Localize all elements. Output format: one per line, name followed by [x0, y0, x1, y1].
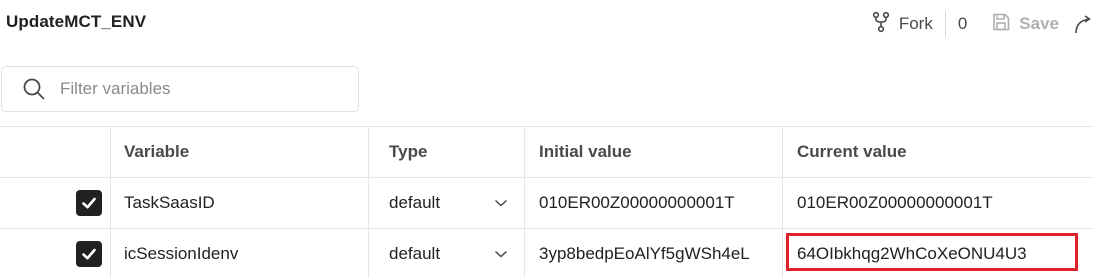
environment-title: UpdateMCT_ENV: [6, 12, 147, 31]
fork-count[interactable]: 0: [946, 14, 981, 34]
type-select[interactable]: default: [368, 229, 524, 278]
chevron-down-icon: [494, 193, 508, 213]
filter-variables-input[interactable]: [58, 78, 342, 100]
type-value: default: [389, 193, 441, 212]
variable-name: icSessionIdenv: [124, 244, 239, 263]
save-button[interactable]: Save: [981, 9, 1073, 39]
save-label: Save: [1019, 14, 1059, 33]
variable-enabled-checkbox[interactable]: [76, 241, 102, 267]
type-select[interactable]: default: [368, 178, 524, 228]
fork-icon: [871, 11, 891, 38]
table-row: TaskSaasID default 010ER00Z00000000001T …: [0, 178, 1093, 229]
initial-value: 010ER00Z00000000001T: [539, 193, 735, 212]
fork-button[interactable]: Fork: [863, 9, 945, 39]
initial-value-cell[interactable]: 3yp8bedpEoAlYf5gWSh4eL: [524, 229, 782, 278]
column-header-initial-value: Initial value: [524, 127, 782, 177]
initial-value: 3yp8bedpEoAlYf5gWSh4eL: [539, 244, 750, 263]
current-value: 64OIbkhqg2WhCoXeONU4U3: [797, 244, 1027, 263]
variable-enabled-checkbox[interactable]: [76, 190, 102, 216]
table-header-row: Variable Type Initial value Current valu…: [0, 127, 1093, 178]
column-header-current-value: Current value: [782, 127, 1093, 177]
column-header-type: Type: [368, 127, 524, 177]
filter-variables-field[interactable]: [1, 66, 359, 112]
variable-name-cell[interactable]: icSessionIdenv: [110, 229, 368, 278]
environment-editor: UpdateMCT_ENV Fork 0 Save Filter variabl…: [0, 0, 1093, 278]
variable-name-cell[interactable]: TaskSaasID: [110, 178, 368, 228]
variables-table: Variable Type Initial value Current valu…: [0, 126, 1093, 278]
check-icon: [82, 248, 96, 260]
chevron-down-icon: [494, 244, 508, 264]
check-icon: [82, 197, 96, 209]
header-actions: Fork 0 Save: [863, 8, 1093, 40]
table-row: icSessionIdenv default 3yp8bedpEoAlYf5gW…: [0, 229, 1093, 278]
type-value: default: [389, 244, 441, 263]
current-value-cell[interactable]: 010ER00Z00000000001T: [782, 178, 1093, 228]
row-checkbox-cell: [0, 229, 110, 278]
header-checkbox-cell: [0, 127, 110, 177]
row-checkbox-cell: [0, 178, 110, 228]
current-value: 010ER00Z00000000001T: [797, 193, 993, 212]
column-header-variable: Variable: [110, 127, 368, 177]
search-icon: [22, 77, 46, 101]
fork-label: Fork: [898, 14, 933, 33]
share-icon[interactable]: [1073, 9, 1093, 39]
variable-name: TaskSaasID: [124, 193, 215, 212]
current-value-cell[interactable]: 64OIbkhqg2WhCoXeONU4U3: [782, 229, 1093, 278]
save-icon: [991, 12, 1011, 37]
initial-value-cell[interactable]: 010ER00Z00000000001T: [524, 178, 782, 228]
